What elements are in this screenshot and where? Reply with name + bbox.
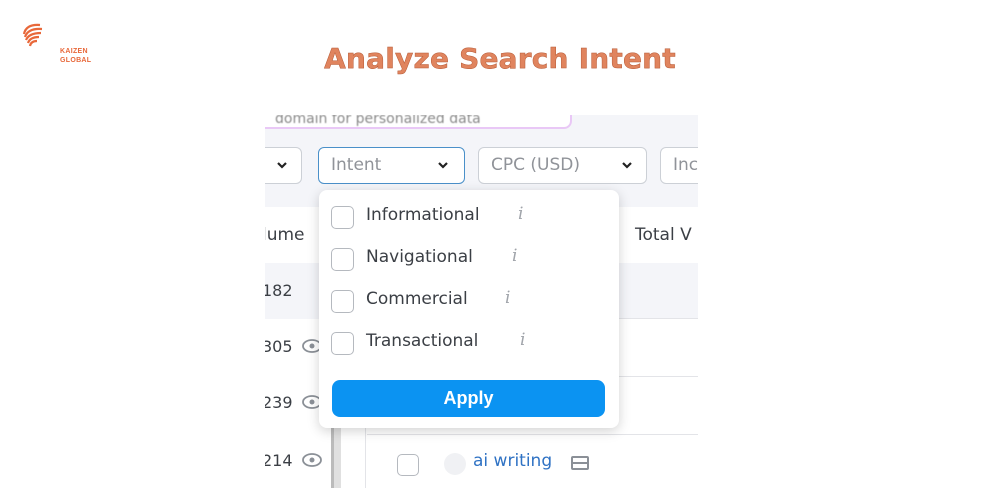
checkbox-navigational[interactable] — [331, 248, 354, 271]
chevron-down-icon — [277, 162, 287, 169]
filter-intent-label: Intent — [331, 155, 382, 175]
apply-button[interactable]: Apply — [332, 380, 605, 417]
chevron-down-icon — [622, 162, 632, 169]
intent-option-navigational[interactable]: Navigational i — [331, 243, 601, 275]
intent-option-informational[interactable]: Informational i — [331, 201, 601, 233]
filter-dropdown-previous[interactable] — [265, 147, 302, 184]
table-row: ai writing — [367, 435, 698, 488]
chevron-down-icon — [438, 162, 448, 169]
filter-dropdown-intent[interactable]: Intent — [318, 147, 465, 184]
info-icon[interactable]: i — [520, 330, 525, 350]
eye-icon[interactable] — [302, 453, 322, 467]
checkbox-commercial[interactable] — [331, 290, 354, 313]
column-header-total-volume[interactable]: Total V — [635, 207, 692, 263]
row-checkbox[interactable] — [397, 454, 419, 476]
option-label: Transactional — [366, 331, 479, 351]
filter-dropdown-next[interactable]: Inc — [660, 147, 698, 184]
option-label: Navigational — [366, 247, 473, 267]
intent-dropdown-menu: Informational i Navigational i Commercia… — [319, 190, 619, 428]
info-icon[interactable]: i — [505, 288, 510, 308]
info-icon[interactable]: i — [518, 204, 523, 224]
checkbox-transactional[interactable] — [331, 332, 354, 355]
page-headline: Analyze Search Intent — [324, 42, 676, 76]
filter-next-label: Inc — [673, 155, 698, 175]
keyword-link[interactable]: ai writing — [473, 451, 552, 471]
intent-option-commercial[interactable]: Commercial i — [331, 285, 601, 317]
info-icon[interactable]: i — [512, 246, 517, 266]
filter-dropdown-cpc[interactable]: CPC (USD) — [478, 147, 647, 184]
volume-value: 239 — [265, 393, 293, 412]
volume-value: 182 — [265, 281, 293, 300]
banner-text: domain for personalized data — [275, 115, 481, 127]
intent-badge-placeholder — [444, 453, 466, 475]
personalization-banner: domain for personalized data — [265, 115, 572, 129]
volume-value: 305 — [265, 337, 293, 356]
checkbox-informational[interactable] — [331, 206, 354, 229]
filter-cpc-label: CPC (USD) — [491, 155, 580, 175]
option-label: Informational — [366, 205, 480, 225]
option-label: Commercial — [366, 289, 468, 309]
column-header-volume[interactable]: lume — [265, 207, 305, 263]
serp-features-icon[interactable] — [571, 456, 589, 470]
intent-option-transactional[interactable]: Transactional i — [331, 327, 601, 359]
volume-value: 214 — [265, 451, 293, 470]
